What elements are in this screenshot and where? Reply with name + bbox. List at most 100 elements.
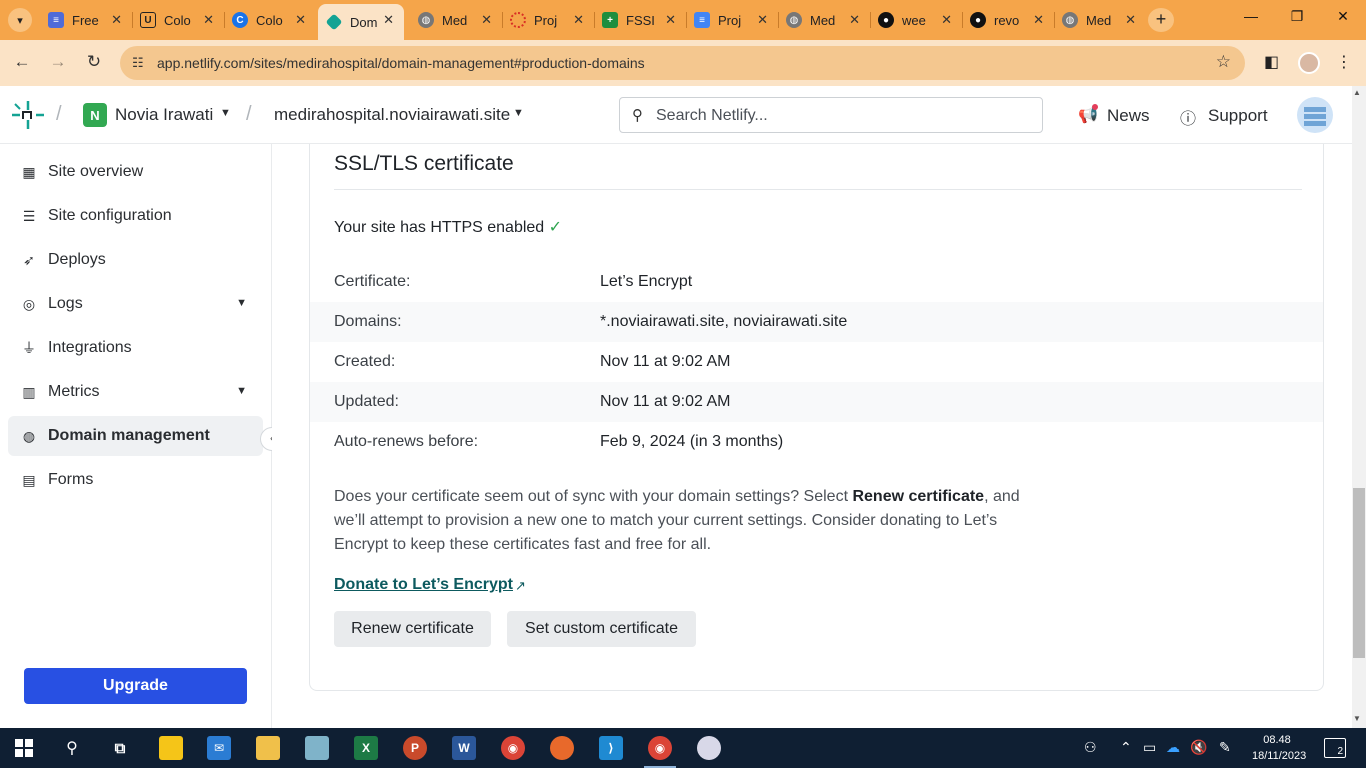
browser-tab[interactable]: ◍ Med ✕ — [410, 6, 502, 34]
support-link[interactable]: Support — [1208, 106, 1268, 126]
sidebar-item-metrics[interactable]: ▥ Metrics ▼ — [8, 372, 263, 412]
browser-menu-icon[interactable]: ⋮ — [1336, 52, 1352, 72]
browser-tab[interactable]: ≡ Proj ✕ — [686, 6, 778, 34]
url-text[interactable]: app.netlify.com/sites/medirahospital/dom… — [157, 55, 645, 71]
browser-tab[interactable]: Proj ✕ — [502, 6, 594, 34]
donate-link[interactable]: Donate to Let’s Encrypt — [334, 576, 513, 594]
reload-icon[interactable]: ↻ — [82, 52, 106, 72]
close-tab-icon[interactable]: ✕ — [1125, 12, 1136, 28]
sidebar-item-domain-management[interactable]: ◍ Domain management — [8, 416, 263, 456]
browser-tab-strip: ▾ ≡ Free ✕ U Colo ✕ C Colo ✕ Dom ✕ ◍ Med… — [0, 0, 1366, 40]
address-bar[interactable]: ☷ app.netlify.com/sites/medirahospital/d… — [120, 46, 1245, 80]
sidebar-item-integrations[interactable]: ⏚ Integrations — [8, 328, 263, 368]
forward-arrow-icon[interactable]: → — [46, 52, 70, 72]
browser-tab[interactable]: U Colo ✕ — [132, 6, 224, 34]
side-panel-icon[interactable]: ◧ — [1264, 52, 1279, 72]
scrollbar-thumb[interactable] — [1353, 488, 1365, 658]
detail-key: Created: — [334, 353, 396, 370]
onedrive-icon[interactable]: ☁ — [1166, 739, 1180, 756]
sidebar-item-site-overview[interactable]: ▦ Site overview — [8, 152, 263, 192]
people-icon[interactable]: ⚇ — [1084, 739, 1097, 756]
mail-icon[interactable]: ✉ — [207, 736, 231, 760]
notification-center-icon[interactable]: 2 — [1324, 738, 1346, 758]
chevron-down-icon[interactable]: ▼ — [513, 107, 524, 119]
powerpoint-icon[interactable]: P — [403, 736, 427, 760]
system-clock[interactable]: 08.48 18/11/2023 — [1252, 732, 1306, 764]
site-name[interactable]: medirahospital.noviairawati.site — [274, 105, 510, 125]
main-content: SSL/TLS certificate Your site has HTTPS … — [272, 144, 1352, 728]
browser-tab[interactable]: ● wee ✕ — [870, 6, 962, 34]
close-tab-icon[interactable]: ✕ — [941, 12, 952, 28]
close-tab-icon[interactable]: ✕ — [481, 12, 492, 28]
browser-tab[interactable]: ◍ Med ✕ — [1054, 6, 1146, 34]
volume-muted-icon[interactable]: 🔇 — [1190, 739, 1207, 756]
file-explorer-icon[interactable] — [256, 736, 280, 760]
excel-icon[interactable]: X — [354, 736, 378, 760]
renew-certificate-button[interactable]: Renew certificate — [334, 611, 491, 647]
github-icon: ● — [970, 12, 986, 28]
detail-row: Created: Nov 11 at 9:02 AM — [310, 342, 1323, 382]
team-name[interactable]: Novia Irawati — [115, 105, 213, 125]
browser-tab[interactable]: C Colo ✕ — [224, 6, 316, 34]
chrome-icon[interactable]: ◉ — [501, 736, 525, 760]
close-tab-icon[interactable]: ✕ — [1033, 12, 1044, 28]
sidebar-item-forms[interactable]: ▤ Forms — [8, 460, 263, 500]
docs-icon: ≡ — [694, 12, 710, 28]
chevron-up-icon[interactable]: ⌃ — [1120, 739, 1132, 756]
browser-tab-active[interactable]: Dom ✕ — [318, 4, 404, 40]
pen-icon[interactable]: ✎ — [1219, 739, 1231, 756]
site-info-icon[interactable]: ☷ — [132, 55, 144, 71]
notes-app-icon[interactable] — [305, 736, 329, 760]
close-tab-icon[interactable]: ✕ — [111, 12, 122, 28]
scroll-up-icon[interactable]: ▲ — [1353, 88, 1361, 97]
detail-key: Auto-renews before: — [334, 433, 479, 450]
netlify-logo-icon[interactable] — [12, 101, 44, 129]
battery-icon[interactable]: ▭ — [1143, 739, 1156, 756]
close-tab-icon[interactable]: ✕ — [757, 12, 768, 28]
browser-tab[interactable]: ◍ Med ✕ — [778, 6, 870, 34]
task-view-icon[interactable]: ⧉ — [108, 736, 132, 760]
help-circle-icon[interactable]: ⓘ — [1180, 105, 1196, 129]
close-tab-icon[interactable]: ✕ — [295, 12, 306, 28]
sticky-notes-icon[interactable] — [159, 736, 183, 760]
vscode-icon[interactable]: ⟩ — [599, 736, 623, 760]
set-custom-certificate-button[interactable]: Set custom certificate — [507, 611, 696, 647]
profile-avatar[interactable] — [1298, 52, 1320, 74]
search-input[interactable]: ⚲ Search Netlify... — [619, 97, 1043, 133]
close-tab-icon[interactable]: ✕ — [203, 12, 214, 28]
search-icon: ⚲ — [632, 107, 643, 124]
word-icon[interactable]: W — [452, 736, 476, 760]
team-avatar[interactable]: N — [83, 103, 107, 127]
restore-window-icon[interactable]: ❐ — [1274, 8, 1320, 25]
new-tab-button[interactable]: + — [1148, 8, 1174, 32]
close-tab-icon[interactable]: ✕ — [573, 12, 584, 28]
sidebar-item-site-configuration[interactable]: ☰ Site configuration — [8, 196, 263, 236]
firefox-icon[interactable] — [550, 736, 574, 760]
close-window-icon[interactable]: ✕ — [1320, 8, 1366, 25]
close-tab-icon[interactable]: ✕ — [849, 12, 860, 28]
minimize-window-icon[interactable]: — — [1228, 8, 1274, 24]
user-avatar[interactable] — [1297, 97, 1333, 133]
paint-app-icon[interactable] — [697, 736, 721, 760]
chrome-profile-icon[interactable]: ◉ — [648, 736, 672, 760]
news-link[interactable]: News — [1107, 106, 1150, 126]
browser-tab[interactable]: ● revo ✕ — [962, 6, 1054, 34]
close-tab-icon[interactable]: ✕ — [383, 12, 394, 28]
browser-tab[interactable]: ≡ Free ✕ — [40, 6, 132, 34]
upgrade-button[interactable]: Upgrade — [24, 668, 247, 704]
external-link-icon: ↗ — [515, 578, 526, 593]
chevron-down-icon[interactable]: ▼ — [220, 107, 231, 119]
browser-tab[interactable]: + FSSI ✕ — [594, 6, 686, 34]
forms-icon: ▤ — [22, 471, 36, 488]
search-icon[interactable]: ⚲ — [60, 736, 84, 760]
tab-search-chevron-icon[interactable]: ▾ — [8, 8, 32, 32]
sidebar-item-deploys[interactable]: ➶ Deploys — [8, 240, 263, 280]
back-arrow-icon[interactable]: ← — [10, 52, 34, 72]
scroll-down-icon[interactable]: ▼ — [1353, 714, 1361, 723]
search-placeholder: Search Netlify... — [656, 107, 768, 124]
bookmark-star-icon[interactable]: ☆ — [1216, 52, 1231, 72]
windows-start-icon[interactable] — [15, 739, 33, 757]
close-tab-icon[interactable]: ✕ — [665, 12, 676, 28]
sidebar-item-logs[interactable]: ◎ Logs ▼ — [8, 284, 263, 324]
globe-icon: ◍ — [1062, 12, 1078, 28]
